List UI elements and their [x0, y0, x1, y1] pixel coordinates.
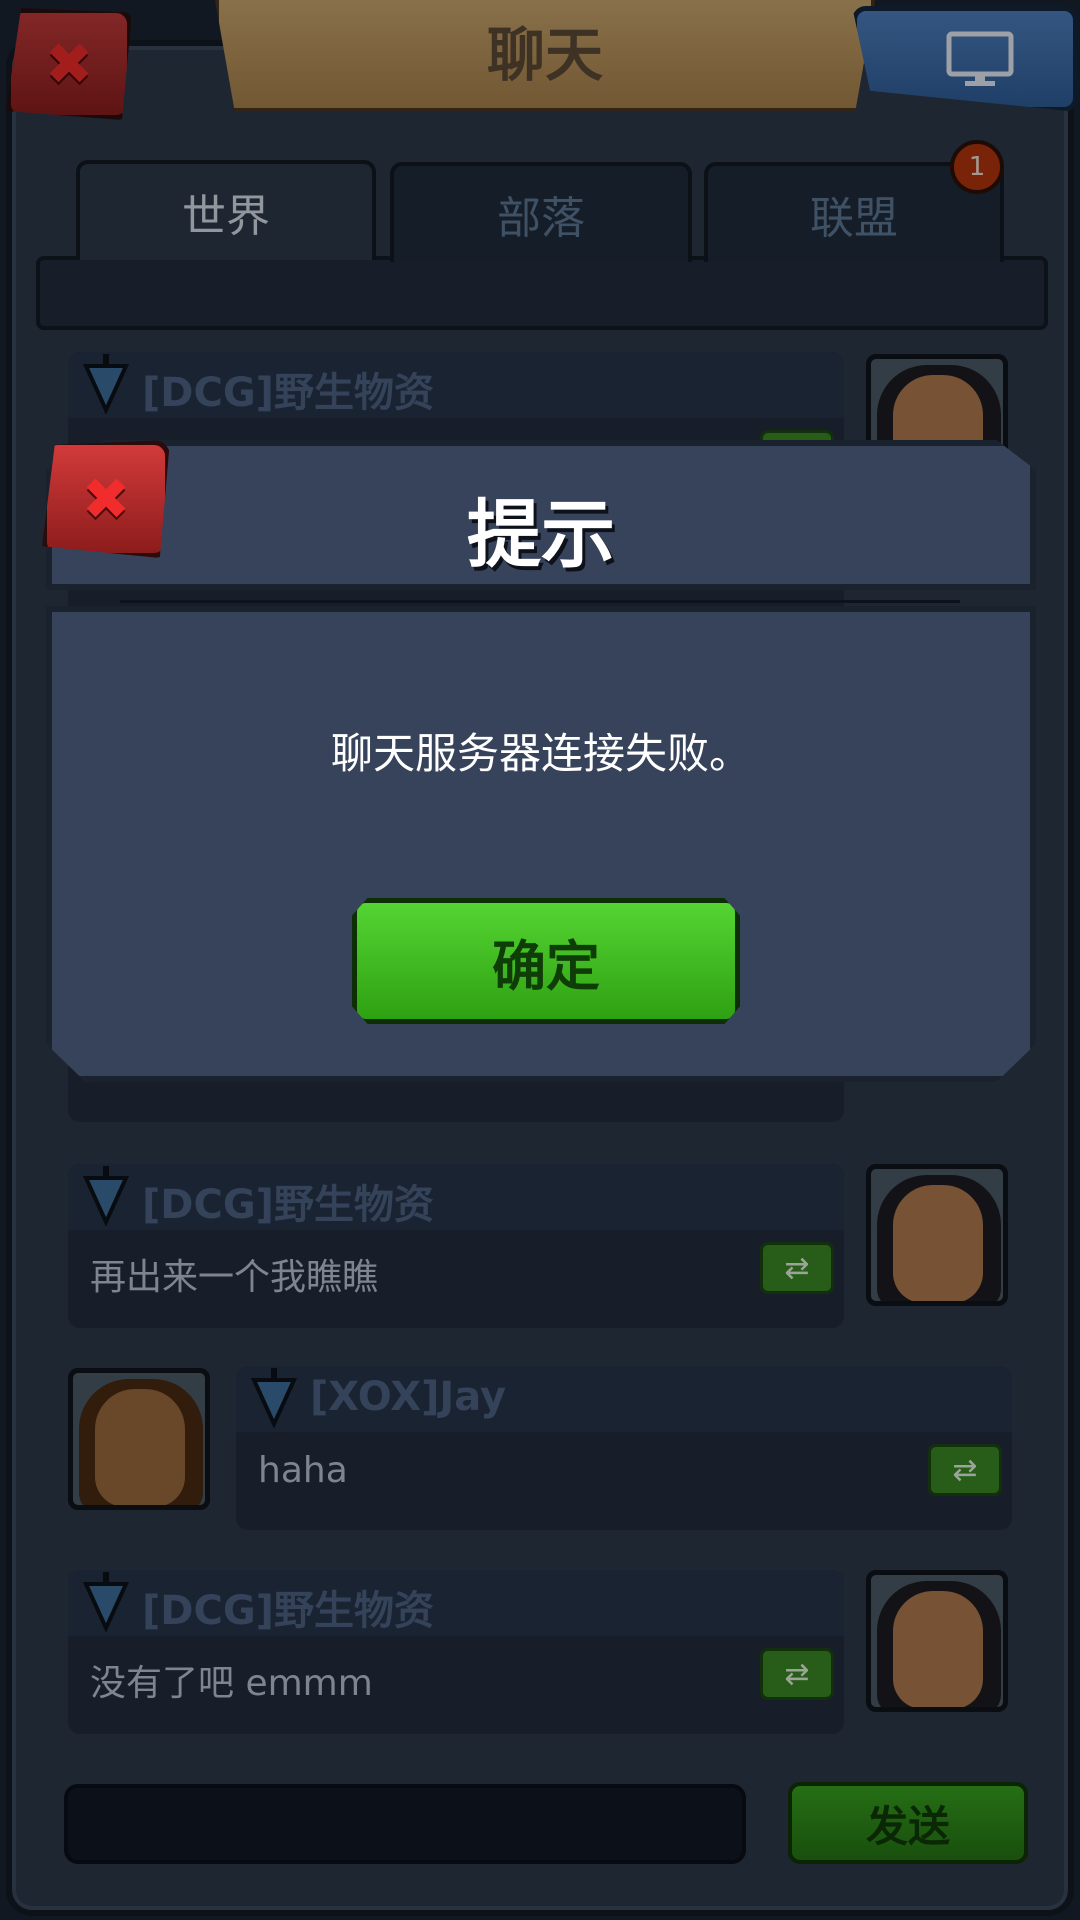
dialog-close-button[interactable]: ✖ — [42, 440, 170, 558]
dialog-title: 提示 — [467, 491, 615, 578]
dialog-message: 聊天服务器连接失败。 — [330, 729, 751, 778]
dialog-divider — [120, 600, 960, 603]
confirm-button[interactable]: 确定 — [352, 898, 740, 1024]
confirm-label: 确定 — [492, 934, 600, 998]
close-icon: ✖ — [81, 465, 131, 533]
